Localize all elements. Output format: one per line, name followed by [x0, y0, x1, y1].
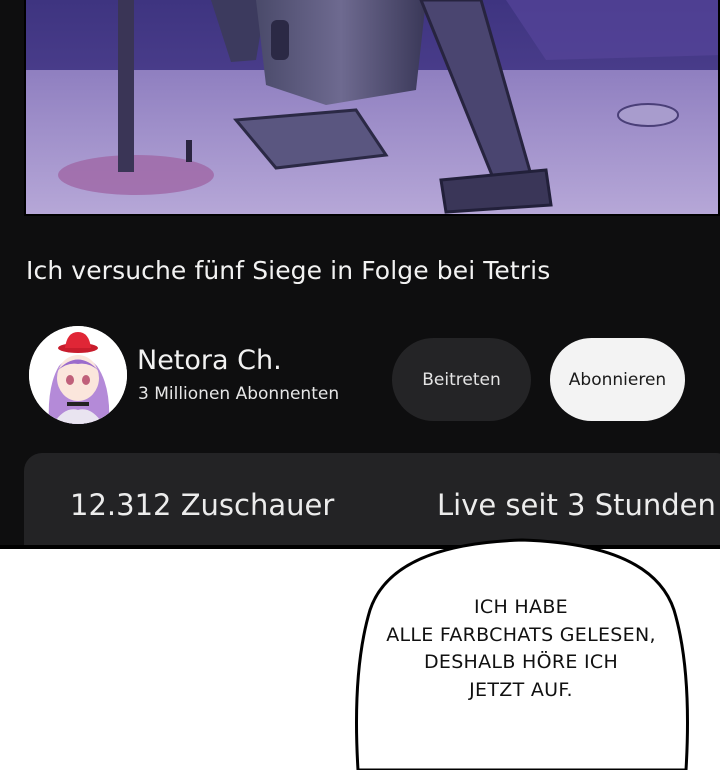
speech-bubble-text: ICH HABE ALLE FARBCHATS GELESEN, DESHALB…: [352, 594, 690, 704]
subscriber-count: 3 Millionen Abonnenten: [138, 384, 340, 404]
viewer-count: 12.312 Zuschauer: [70, 488, 335, 522]
video-player[interactable]: [24, 0, 720, 216]
subscribe-button[interactable]: Abonnieren: [550, 338, 685, 421]
speech-line: DESHALB HÖRE ICH: [423, 651, 619, 673]
video-title: Ich versuche fünf Siege in Folge bei Tet…: [26, 256, 551, 285]
channel-name[interactable]: Netora Ch.: [137, 345, 282, 376]
join-button[interactable]: Beitreten: [392, 338, 531, 421]
video-thumbnail-scene: [26, 0, 718, 214]
stream-app-screen: Ich versuche fünf Siege in Folge bei Tet…: [0, 0, 720, 547]
avatar-illustration: [29, 326, 127, 424]
channel-avatar[interactable]: [29, 326, 127, 424]
speech-line: ALLE FARBCHATS GELESEN,: [386, 623, 656, 646]
speech-line: ICH HABE: [474, 596, 568, 618]
live-duration: Live seit 3 Stunden: [437, 488, 716, 522]
